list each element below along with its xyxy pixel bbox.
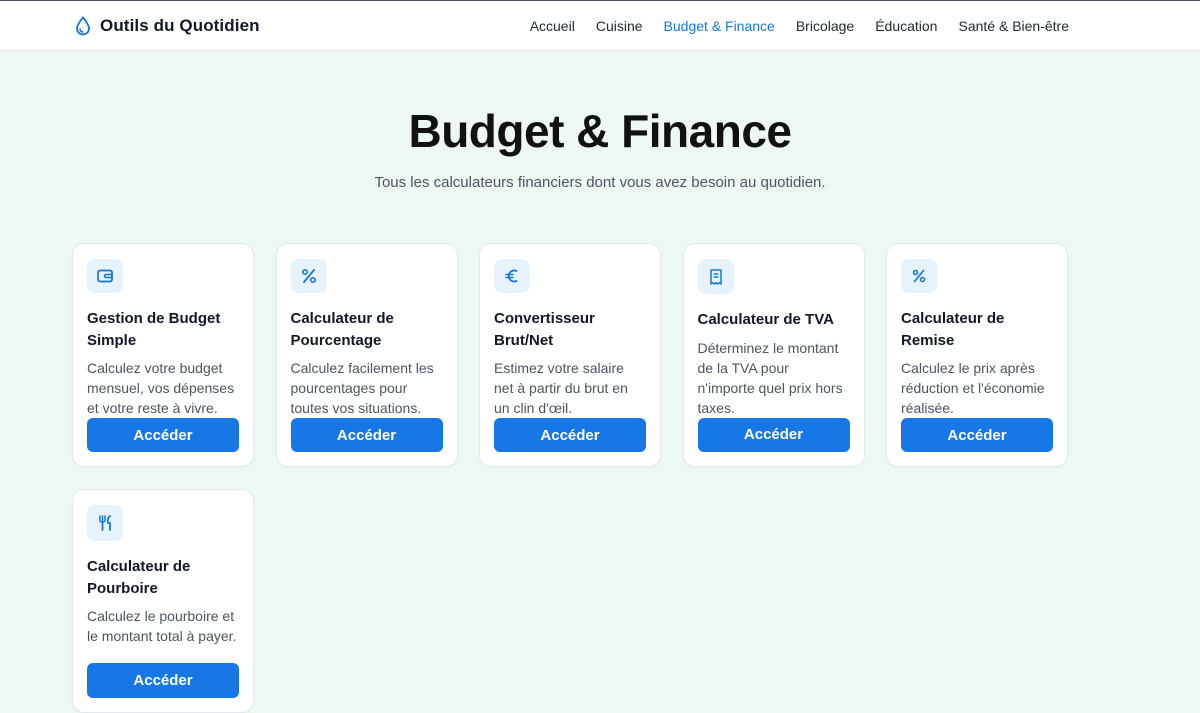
receipt-icon	[697, 259, 734, 295]
main-nav: Accueil Cuisine Budget & Finance Bricola…	[530, 18, 1069, 34]
utensils-icon	[87, 505, 123, 541]
access-button[interactable]: Accéder	[901, 418, 1053, 452]
tool-card-budget: Gestion de Budget Simple Calculez votre …	[72, 243, 254, 467]
tool-card-pourboire: Calculateur de Pourboire Calculez le pou…	[72, 489, 254, 713]
card-description: Calculez votre budget mensuel, vos dépen…	[87, 360, 235, 417]
nav-link-education[interactable]: Éducation	[875, 18, 937, 34]
card-title: Convertisseur Brut/Net	[494, 310, 595, 349]
card-description: Calculez facilement les pourcentages pou…	[290, 360, 434, 417]
access-button[interactable]: Accéder	[87, 663, 239, 698]
access-button[interactable]: Accéder	[87, 418, 239, 452]
card-title: Calculateur de Pourboire	[87, 558, 191, 597]
card-title: Calculateur de TVA	[697, 311, 834, 329]
page-title: Budget & Finance	[408, 105, 792, 157]
card-title: Calculateur de Pourcentage	[290, 310, 394, 349]
page-subtitle: Tous les calculateurs financiers dont vo…	[374, 174, 826, 191]
nav-link-cuisine[interactable]: Cuisine	[596, 18, 643, 34]
card-description: Déterminez le montant de la TVA pour n'i…	[697, 339, 843, 416]
euro-icon	[494, 259, 530, 294]
access-button[interactable]: Accéder	[494, 418, 646, 452]
card-description: Calculez le prix après réduction et l'éc…	[901, 360, 1045, 417]
tools-grid: Gestion de Budget Simple Calculez votre …	[72, 243, 1069, 713]
percent-tag-icon	[901, 259, 937, 294]
card-description: Calculez le pourboire et le montant tota…	[87, 608, 237, 644]
nav-link-bricolage[interactable]: Bricolage	[796, 18, 854, 34]
tool-card-tva: Calculateur de TVA Déterminez le montant…	[682, 243, 865, 467]
card-title: Calculateur de Remise	[901, 310, 1005, 349]
access-button[interactable]: Accéder	[697, 417, 850, 452]
hero-section: Budget & Finance Tous les calculateurs f…	[0, 51, 1200, 191]
tool-card-pourcentage: Calculateur de Pourcentage Calculez faci…	[275, 243, 458, 467]
brand[interactable]: Outils du Quotidien	[75, 16, 260, 36]
water-drop-icon	[75, 15, 91, 36]
card-description: Estimez votre salaire net à partir du br…	[494, 360, 628, 417]
tool-card-remise: Calculateur de Remise Calculez le prix a…	[886, 243, 1068, 467]
tool-card-brut-net: Convertisseur Brut/Net Estimez votre sal…	[479, 243, 661, 467]
brand-name: Outils du Quotidien	[100, 15, 260, 35]
nav-link-sante-bien-etre[interactable]: Santé & Bien-être	[958, 18, 1069, 34]
percent-icon	[290, 259, 327, 294]
wallet-icon	[87, 259, 123, 294]
access-button[interactable]: Accéder	[290, 418, 443, 452]
top-navbar: Outils du Quotidien Accueil Cuisine Budg…	[0, 0, 1200, 51]
nav-link-accueil[interactable]: Accueil	[530, 18, 575, 34]
card-title: Gestion de Budget Simple	[87, 310, 221, 349]
nav-link-budget-finance[interactable]: Budget & Finance	[664, 18, 775, 34]
